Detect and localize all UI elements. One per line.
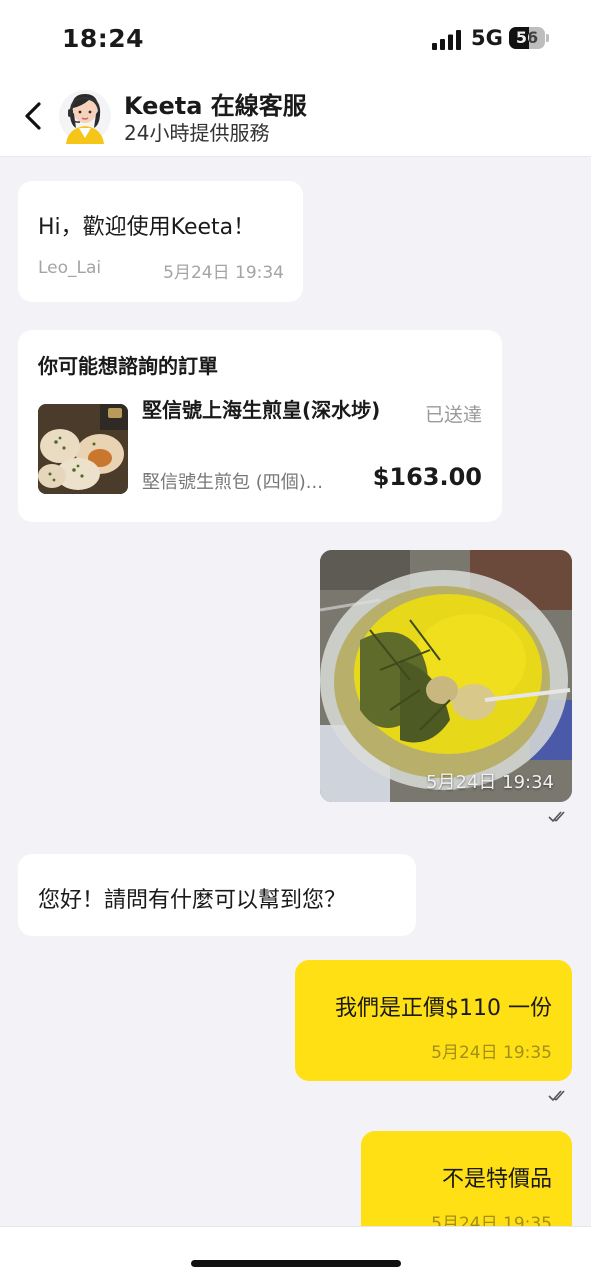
status-time: 18:24 [62, 24, 145, 53]
order-shop-name: 堅信號上海生煎皇(深水埗) [142, 398, 381, 422]
battery-level: 56 [515, 28, 539, 47]
chat-title: Keeta 在線客服 [124, 92, 307, 120]
order-price: $163.00 [372, 463, 482, 491]
signal-icon [432, 30, 461, 50]
food-photo [320, 550, 572, 802]
welcome-time: 5月24日 19:34 [163, 263, 284, 283]
greeting-message: 您好！請問有什麼可以幫到您？ [18, 854, 416, 936]
read-receipt-icon [548, 811, 565, 823]
photo-time: 5月24日 19:34 [426, 772, 554, 793]
read-receipt-icon [548, 1090, 565, 1102]
chat-header: Keeta 在線客服 24小時提供服務 [0, 78, 591, 157]
home-indicator[interactable] [191, 1260, 401, 1267]
bottom-bar [0, 1226, 591, 1281]
chat-subtitle: 24小時提供服務 [124, 121, 270, 145]
order-card[interactable]: 你可能想諮詢的訂單 堅信號上海生煎皇(深水埗) 已送達 堅信號生煎包 (四個).… [18, 330, 502, 522]
back-button[interactable] [18, 96, 48, 136]
order-thumbnail [38, 404, 128, 494]
order-card-title: 你可能想諮詢的訂單 [38, 354, 218, 378]
status-bar: 18:24 5G 56 [0, 0, 591, 78]
photo-message[interactable]: 5月24日 19:34 [320, 550, 572, 802]
greeting-text: 您好！請問有什麼可以幫到您？ [38, 888, 347, 913]
sent-message-1: 我們是正價$110 一份 5月24日 19:35 [295, 960, 572, 1081]
welcome-message: Hi，歡迎使用Keeta！ Leo_Lai 5月24日 19:34 [18, 181, 303, 302]
welcome-sender: Leo_Lai [38, 258, 102, 278]
sent-message-2: 不是特價品 5月24日 19:35 [361, 1131, 572, 1241]
network-type: 5G [471, 26, 503, 50]
sent-message-1-time: 5月24日 19:35 [431, 1043, 552, 1063]
agent-avatar-icon [59, 90, 111, 144]
order-status: 已送達 [424, 404, 482, 426]
order-item: 堅信號生煎包 (四個)... [142, 472, 323, 493]
welcome-text: Hi，歡迎使用Keeta！ [38, 215, 256, 240]
sent-message-1-text: 我們是正價$110 一份 [335, 996, 552, 1021]
sent-message-2-text: 不是特價品 [441, 1167, 552, 1192]
battery-icon: 56 [509, 27, 549, 49]
